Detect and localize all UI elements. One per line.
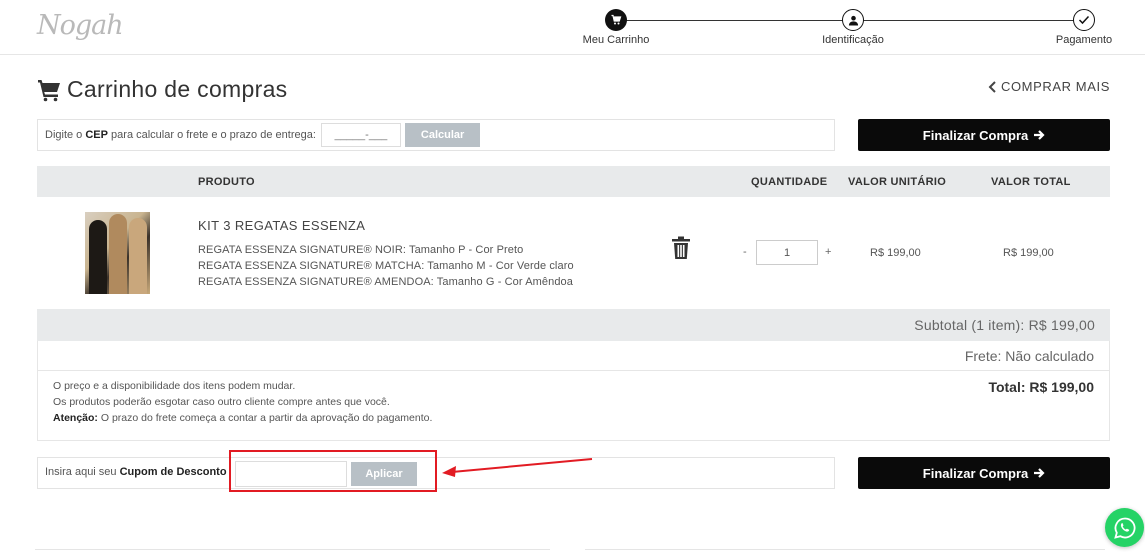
cart-item-row: KIT 3 REGATAS ESSENZA REGATA ESSENZA SIG…: [37, 197, 1110, 309]
annotation-arrow-icon: [442, 458, 593, 477]
chevron-left-icon: [988, 80, 996, 93]
notice-shipping-time: Atenção: O prazo do frete começa a conta…: [53, 412, 433, 424]
header-product: PRODUTO: [198, 176, 255, 188]
page-title: Carrinho de compras: [37, 76, 287, 103]
product-thumbnail[interactable]: [85, 212, 150, 294]
product-variant: REGATA ESSENZA SIGNATURE® NOIR: Tamanho …: [198, 244, 524, 256]
shopping-cart-icon: [38, 79, 60, 101]
cart-table-header: PRODUTO QUANTIDADE VALOR UNITÁRIO VALOR …: [37, 166, 1110, 197]
buy-more-label: COMPRAR MAIS: [1000, 79, 1110, 94]
quantity-decrease-button[interactable]: -: [743, 246, 747, 258]
whatsapp-icon: [1113, 517, 1135, 539]
page-title-text: Carrinho de compras: [67, 76, 288, 102]
whatsapp-chat-button[interactable]: [1105, 508, 1144, 547]
quantity-input[interactable]: [756, 240, 818, 265]
step-label: Identificação: [822, 34, 884, 46]
footer-divider: [585, 549, 1105, 550]
checkout-button-bottom[interactable]: Finalizar Compra: [858, 457, 1110, 489]
subtotal-bar: Subtotal (1 item): R$ 199,00: [37, 309, 1110, 341]
checkout-button-top[interactable]: Finalizar Compra: [858, 119, 1110, 151]
order-total: Total: R$ 199,00: [988, 379, 1094, 395]
notice-stock: Os produtos poderão esgotar caso outro c…: [53, 396, 390, 408]
cep-label: Digite o CEP para calcular o frete e o p…: [45, 129, 316, 141]
coupon-label: Insira aqui seu Cupom de Desconto: [45, 466, 227, 478]
buy-more-link[interactable]: COMPRAR MAIS: [988, 79, 1110, 94]
order-summary: Frete: Não calculado O preço e a disponi…: [37, 341, 1110, 441]
step-payment: Pagamento: [1024, 9, 1144, 46]
check-icon: [1073, 9, 1095, 31]
product-name[interactable]: KIT 3 REGATAS ESSENZA: [198, 218, 365, 233]
step-label: Meu Carrinho: [582, 34, 650, 46]
step-my-cart: Meu Carrinho: [556, 9, 676, 46]
shipping-line: Frete: Não calculado: [38, 341, 1109, 371]
trash-icon[interactable]: [671, 236, 691, 260]
footer-divider: [35, 549, 550, 550]
subtotal-text: Subtotal (1 item): R$ 199,00: [914, 317, 1095, 333]
arrow-right-icon: [1034, 130, 1045, 140]
notice-price-availability: O preço e a disponibilidade dos itens po…: [53, 380, 296, 392]
unit-price: R$ 199,00: [870, 247, 921, 259]
annotation-highlight-box: [229, 450, 437, 492]
header-quantity: QUANTIDADE: [751, 176, 828, 188]
step-identification: Identificação: [793, 9, 913, 46]
product-variant: REGATA ESSENZA SIGNATURE® AMENDOA: Taman…: [198, 276, 573, 288]
product-variant: REGATA ESSENZA SIGNATURE® MATCHA: Tamanh…: [198, 260, 574, 272]
line-total-price: R$ 199,00: [1003, 247, 1054, 259]
top-header: Nogah Meu Carrinho Identificação Pagamen…: [0, 0, 1145, 55]
header-unit-price: VALOR UNITÁRIO: [848, 176, 947, 188]
calculate-shipping-button[interactable]: Calcular: [404, 123, 481, 147]
checkout-label: Finalizar Compra: [922, 465, 1029, 481]
shipping-calculator: Digite o CEP para calcular o frete e o p…: [37, 119, 835, 151]
user-icon: [842, 9, 864, 31]
cart-step-icon: [605, 9, 627, 31]
store-logo[interactable]: Nogah: [37, 10, 124, 41]
shipping-text: Frete: Não calculado: [964, 348, 1094, 364]
quantity-increase-button[interactable]: +: [825, 246, 831, 258]
checkout-label: Finalizar Compra: [922, 127, 1029, 143]
cep-input[interactable]: [320, 123, 401, 147]
arrow-right-icon: [1034, 468, 1045, 478]
header-total-price: VALOR TOTAL: [991, 176, 1071, 188]
step-label: Pagamento: [1055, 34, 1113, 46]
